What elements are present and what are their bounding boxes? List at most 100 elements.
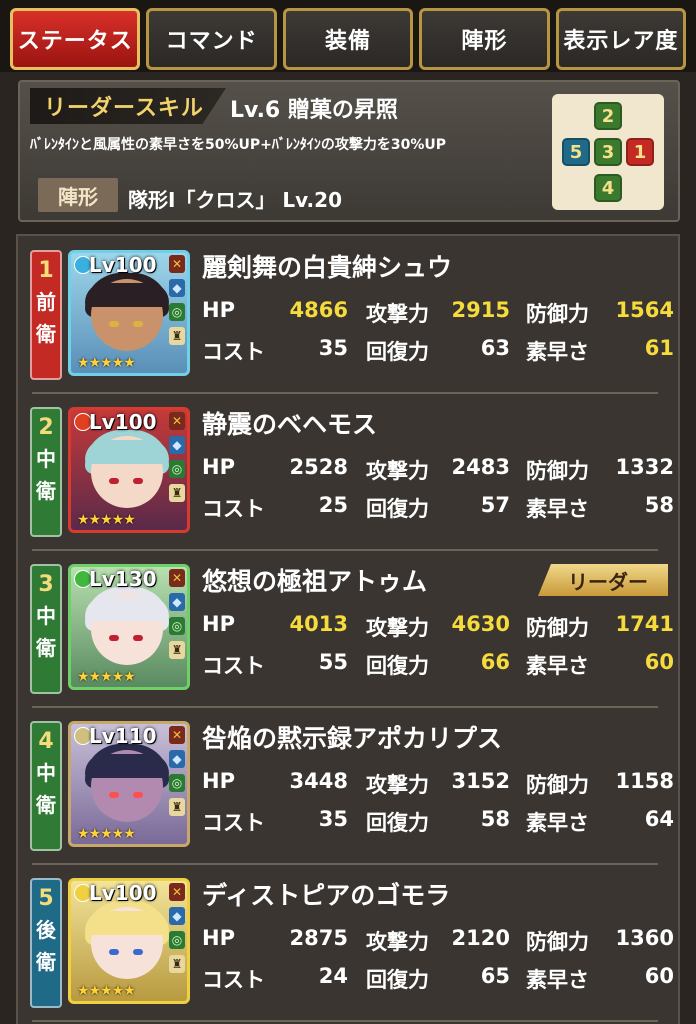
keyhole-icon: ♜ (169, 641, 185, 659)
position-char-2: 衛 (36, 636, 56, 660)
portrait-side-icons: ✕ ◆ ◎ ♜ (169, 569, 185, 665)
defense-value: 1158 (615, 769, 674, 793)
party-member-row[interactable]: 3 中 衛 Lv130 ✕ ◆ ◎ ♜ ★★★★★ 悠想の極祖アトゥム リーダー… (18, 552, 678, 708)
defense-value: 1564 (615, 298, 674, 322)
speed-value: 64 (644, 807, 674, 831)
speed-label: 素早さ (526, 811, 589, 835)
portrait-eye (133, 478, 143, 484)
tab-equipment[interactable]: 装備 (282, 8, 414, 70)
speed-label: 素早さ (526, 968, 589, 992)
member-portrait[interactable]: Lv100 ✕ ◆ ◎ ♜ ★★★★★ (68, 878, 190, 1004)
hp-value: 2875 (289, 926, 348, 950)
recovery-label: 回復力 (366, 654, 429, 678)
portrait-bangs (85, 440, 169, 464)
portrait-eye (133, 949, 143, 955)
member-level: Lv100 (89, 410, 157, 434)
formation-slot-5: 5 (562, 138, 590, 166)
hp-label: HP (202, 298, 235, 322)
position-char-2: 衛 (36, 950, 56, 974)
cost-label: コスト (202, 811, 265, 835)
member-level: Lv130 (89, 567, 157, 591)
rarity-stars-icon: ★★★★★ (77, 983, 136, 999)
shield-icon: ◆ (169, 750, 185, 768)
position-number: 5 (38, 886, 54, 911)
position-char-2: 衛 (36, 793, 56, 817)
party-member-row[interactable]: 2 中 衛 Lv100 ✕ ◆ ◎ ♜ ★★★★★ 静震のベヘモス HP 252… (18, 395, 678, 551)
attack-label: 攻撃力 (366, 773, 429, 797)
position-number: 3 (38, 572, 54, 597)
portrait-bangs (85, 754, 169, 778)
recovery-value: 63 (480, 336, 510, 360)
rarity-stars-icon: ★★★★★ (77, 512, 136, 528)
portrait-bangs (85, 283, 169, 307)
position-tag: 2 中 衛 (30, 407, 62, 537)
portrait-eye (133, 321, 143, 327)
shield-icon: ◆ (169, 436, 185, 454)
tab-command[interactable]: コマンド (146, 8, 277, 70)
leader-skill-tag: リーダースキル (30, 88, 226, 124)
recovery-value: 57 (480, 493, 510, 517)
weapon-icon: ✕ (169, 569, 185, 587)
cost-value: 35 (318, 807, 348, 831)
party-member-row[interactable]: 4 中 衛 Lv110 ✕ ◆ ◎ ♜ ★★★★★ 咎焔の黙示録アポカリプス H… (18, 709, 678, 865)
attack-value: 2915 (451, 298, 510, 322)
keyhole-icon: ♜ (169, 327, 185, 345)
weapon-icon: ✕ (169, 412, 185, 430)
portrait-eye (109, 478, 119, 484)
member-portrait[interactable]: Lv100 ✕ ◆ ◎ ♜ ★★★★★ (68, 250, 190, 376)
attack-label: 攻撃力 (366, 930, 429, 954)
leader-skill-panel: リーダースキル Lv.6 贈菓の昇照 ﾊﾞﾚﾝﾀｲﾝと風属性の素早さを50%UP… (18, 80, 680, 222)
member-name: 咎焔の黙示録アポカリプス (202, 724, 503, 753)
keyhole-icon: ♜ (169, 484, 185, 502)
weapon-icon: ✕ (169, 883, 185, 901)
row-divider (32, 392, 658, 394)
member-portrait[interactable]: Lv100 ✕ ◆ ◎ ♜ ★★★★★ (68, 407, 190, 533)
cost-label: コスト (202, 654, 265, 678)
position-number: 4 (38, 729, 54, 754)
ring-icon: ◎ (169, 774, 185, 792)
rarity-stars-icon: ★★★★★ (77, 355, 136, 371)
portrait-bangs (85, 911, 169, 935)
position-char-1: 後 (36, 918, 56, 942)
party-member-row[interactable]: 5 後 衛 Lv100 ✕ ◆ ◎ ♜ ★★★★★ ディストピアのゴモラ HP … (18, 866, 678, 1022)
member-portrait[interactable]: Lv110 ✕ ◆ ◎ ♜ ★★★★★ (68, 721, 190, 847)
cost-value: 55 (318, 650, 348, 674)
formation-slot-1: 1 (626, 138, 654, 166)
attack-value: 3152 (451, 769, 510, 793)
row-divider (32, 863, 658, 865)
tab-formation[interactable]: 陣形 (419, 8, 550, 70)
party-member-row[interactable]: 1 前 衛 Lv100 ✕ ◆ ◎ ♜ ★★★★★ 麗剣舞の白貴紳シュウ HP … (18, 238, 678, 394)
speed-value: 61 (644, 336, 674, 360)
tab-status[interactable]: ステータス (10, 8, 141, 70)
formation-text: 隊形Ⅰ「クロス」 Lv.20 (128, 188, 342, 212)
formation-slot-4: 4 (594, 174, 622, 202)
shield-icon: ◆ (169, 593, 185, 611)
formation-diagram[interactable]: 2 5 3 1 4 (552, 94, 664, 210)
member-name: ディストピアのゴモラ (202, 881, 451, 910)
member-name: 静震のベヘモス (202, 410, 378, 439)
position-number: 1 (38, 258, 54, 283)
recovery-label: 回復力 (366, 340, 429, 364)
speed-value: 60 (644, 964, 674, 988)
position-tag: 4 中 衛 (30, 721, 62, 851)
row-divider (32, 706, 658, 708)
hp-value: 3448 (289, 769, 348, 793)
attack-label: 攻撃力 (366, 616, 429, 640)
row-divider (32, 549, 658, 551)
attack-value: 2483 (451, 455, 510, 479)
ring-icon: ◎ (169, 303, 185, 321)
cost-value: 25 (318, 493, 348, 517)
member-name: 悠想の極祖アトゥム (202, 567, 428, 596)
recovery-label: 回復力 (366, 811, 429, 835)
member-portrait[interactable]: Lv130 ✕ ◆ ◎ ♜ ★★★★★ (68, 564, 190, 690)
ring-icon: ◎ (169, 931, 185, 949)
position-number: 2 (38, 415, 54, 440)
tab-rarity-display[interactable]: 表示レア度 (555, 8, 687, 70)
weapon-icon: ✕ (169, 255, 185, 273)
position-char-2: 衛 (36, 479, 56, 503)
leader-badge: リーダー (538, 564, 668, 596)
member-level: Lv100 (89, 881, 157, 905)
recovery-label: 回復力 (366, 497, 429, 521)
hp-label: HP (202, 612, 235, 636)
position-tag: 5 後 衛 (30, 878, 62, 1008)
